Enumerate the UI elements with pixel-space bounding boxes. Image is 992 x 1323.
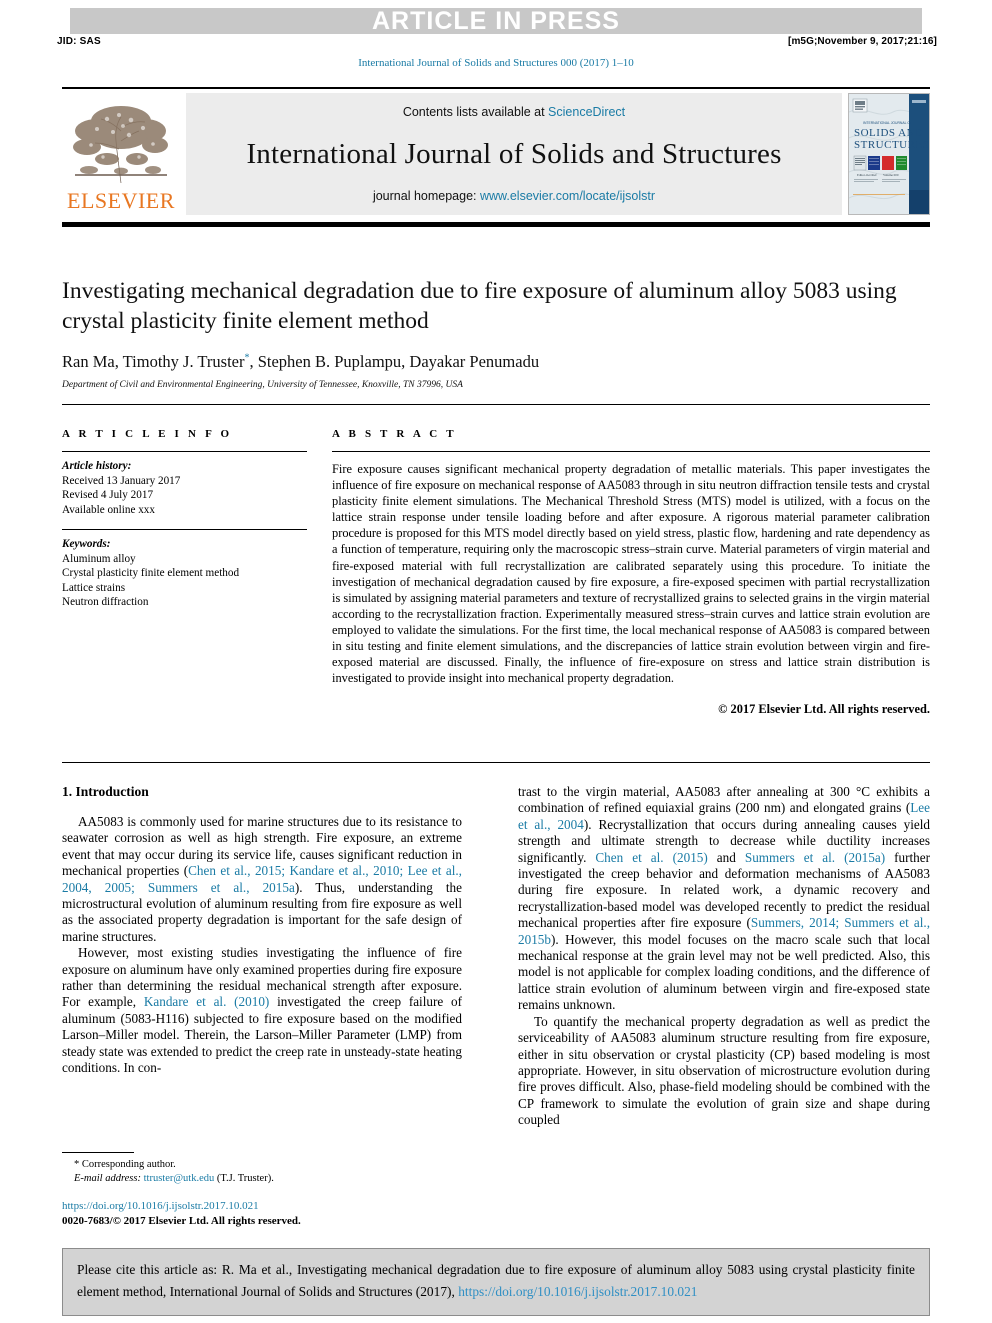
- body-paragraph: AA5083 is commonly used for marine struc…: [62, 814, 463, 944]
- journal-homepage-line: journal homepage: www.elsevier.com/locat…: [373, 189, 655, 203]
- body-paragraph: However, most existing studies investiga…: [62, 945, 462, 1076]
- jid-label: JID: SAS: [57, 36, 101, 47]
- footnote-separator-rule: [62, 1152, 134, 1153]
- footnote-block: * Corresponding author. E-mail address: …: [62, 1158, 462, 1186]
- svg-text:STRUCTURES: STRUCTURES: [854, 139, 929, 151]
- abstract-copyright: © 2017 Elsevier Ltd. All rights reserved…: [718, 702, 930, 717]
- article-info-column: A R T I C L E I N F O Article history: R…: [62, 428, 307, 610]
- typesetter-stamp: [m5G;November 9, 2017;21:16]: [788, 36, 937, 47]
- body-column-left: 1. Introduction AA5083 is commonly used …: [62, 784, 462, 1077]
- title-bottom-rule: [62, 404, 930, 405]
- corresponding-author-note: * Corresponding author.: [74, 1159, 176, 1170]
- author-list: Ran Ma, Timothy J. Truster*, Stephen B. …: [62, 352, 930, 372]
- journal-homepage-link[interactable]: www.elsevier.com/locate/ijsolstr: [480, 189, 655, 203]
- authors-before-marker: Ran Ma, Timothy J. Truster: [62, 352, 245, 371]
- abstract-rule: [332, 451, 930, 452]
- cite-this-article-box: Please cite this article as: R. Ma et al…: [62, 1248, 930, 1316]
- article-info-heading: A R T I C L E I N F O: [62, 428, 233, 440]
- email-owner: (T.J. Truster).: [216, 1173, 274, 1184]
- article-history-label: Article history:: [62, 460, 132, 472]
- svg-text:Volume 000: Volume 000: [883, 173, 899, 177]
- journal-title: International Journal of Solids and Stru…: [246, 137, 782, 170]
- elsevier-tree-icon: [67, 97, 175, 189]
- elsevier-wordmark: ELSEVIER: [67, 188, 175, 213]
- article-history-item: Revised 4 July 2017: [62, 489, 154, 501]
- article-info-rule: [62, 451, 307, 452]
- sciencedirect-link[interactable]: ScienceDirect: [548, 105, 625, 119]
- svg-text:INTERNATIONAL JOURNAL OF: INTERNATIONAL JOURNAL OF: [863, 121, 912, 125]
- keyword-item: Lattice strains: [62, 581, 126, 594]
- masthead-bottom-rule: [62, 222, 930, 227]
- doi-link[interactable]: https://doi.org/10.1016/j.ijsolstr.2017.…: [62, 1199, 462, 1214]
- keyword-item: Aluminum alloy: [62, 552, 136, 565]
- journal-masthead: ELSEVIER Contents lists available at Sci…: [62, 87, 930, 215]
- article-history-item: Available online xxx: [62, 503, 155, 516]
- authors-after-marker: , Stephen B. Puplampu, Dayakar Penumadu: [249, 352, 540, 371]
- doi-block: https://doi.org/10.1016/j.ijsolstr.2017.…: [62, 1199, 462, 1228]
- abstract-text: Fire exposure causes significant mechani…: [332, 462, 930, 686]
- section-heading-introduction: 1. Introduction: [62, 784, 149, 799]
- body-paragraph: To quantify the mechanical property degr…: [518, 1013, 930, 1128]
- contents-prefix: Contents lists available at: [402, 105, 549, 119]
- keywords-block: Keywords: Aluminum alloy Crystal plastic…: [62, 537, 307, 610]
- body-column-right: trast to the virgin material, AA5083 aft…: [518, 784, 930, 1129]
- keyword-item: Crystal plasticity finite element method: [62, 567, 240, 579]
- contents-available-line: Contents lists available at ScienceDirec…: [403, 105, 625, 119]
- journal-reference-line: International Journal of Solids and Stru…: [358, 57, 634, 69]
- keyword-item: Neutron diffraction: [62, 596, 149, 608]
- email-link[interactable]: ttruster@utk.edu: [144, 1173, 215, 1184]
- keywords-top-rule: [62, 529, 307, 530]
- masthead-center-panel: Contents lists available at ScienceDirec…: [186, 93, 842, 215]
- svg-text:Editor-in-Chief: Editor-in-Chief: [857, 173, 878, 177]
- homepage-prefix: journal homepage:: [372, 189, 480, 203]
- article-in-press-banner: ARTICLE IN PRESS: [70, 8, 922, 34]
- title-block: Investigating mechanical degradation due…: [62, 276, 930, 390]
- abstract-column: A B S T R A C T Fire exposure causes sig…: [332, 428, 930, 717]
- article-history-item: Received 13 January 2017: [62, 474, 181, 487]
- article-history-block: Article history: Received 13 January 201…: [62, 459, 307, 517]
- keywords-label: Keywords:: [62, 538, 111, 550]
- affiliation: Department of Civil and Environmental En…: [62, 380, 463, 390]
- page-title: Investigating mechanical degradation due…: [62, 278, 897, 334]
- elsevier-logo: ELSEVIER: [62, 93, 180, 215]
- body-paragraph: trast to the virgin material, AA5083 aft…: [518, 784, 931, 1013]
- journal-cover-thumbnail: INTERNATIONAL JOURNAL OF SOLIDS AND STRU…: [848, 93, 930, 215]
- abstract-bottom-rule: [62, 762, 930, 763]
- abstract-heading: A B S T R A C T: [332, 428, 457, 440]
- email-note: E-mail address: ttruster@utk.edu (T.J. T…: [62, 1172, 462, 1186]
- issn-copyright-line: 0020-7683/© 2017 Elsevier Ltd. All right…: [62, 1214, 301, 1227]
- email-label: E-mail address:: [74, 1173, 141, 1184]
- cite-doi-link[interactable]: https://doi.org/10.1016/j.ijsolstr.2017.…: [458, 1284, 697, 1299]
- svg-text:SOLIDS AND: SOLIDS AND: [854, 127, 923, 139]
